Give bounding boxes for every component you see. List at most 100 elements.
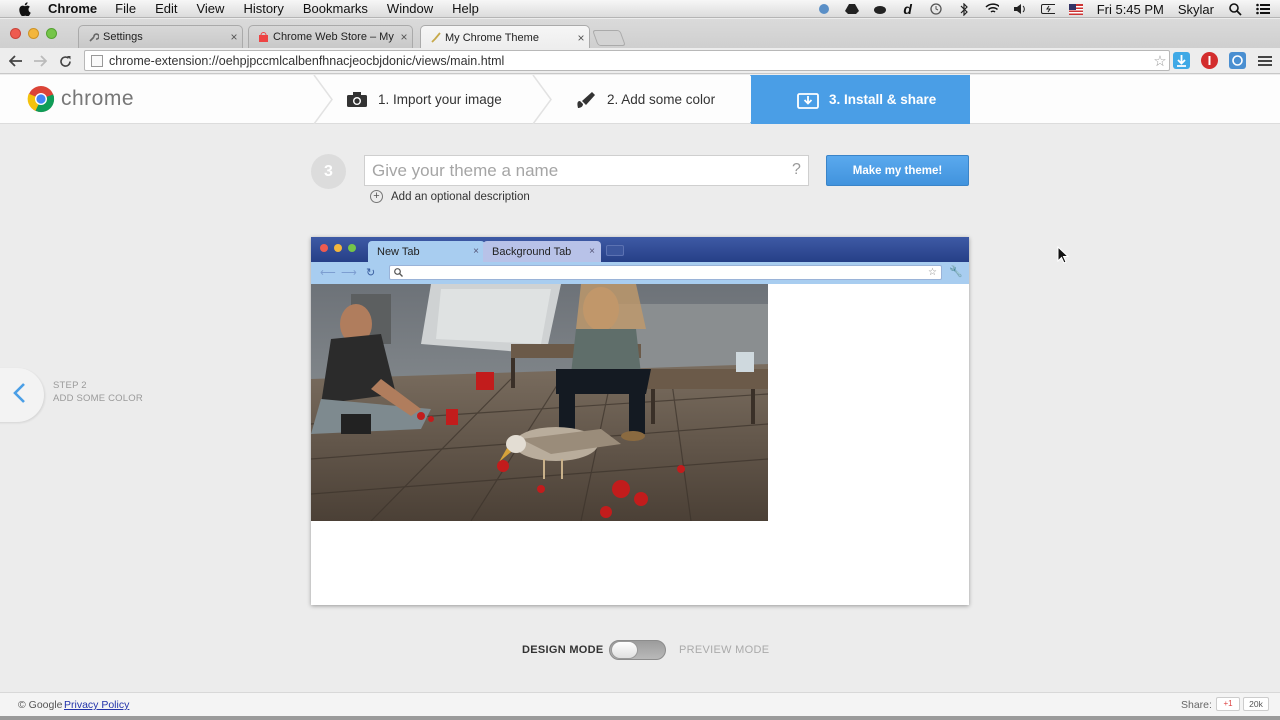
menu-bookmarks[interactable]: Bookmarks bbox=[303, 1, 368, 16]
adblock-extension-icon[interactable] bbox=[1201, 52, 1218, 69]
window-zoom-button[interactable] bbox=[46, 28, 57, 39]
step-add-color[interactable]: 2. Add some color bbox=[574, 75, 715, 124]
tab-settings[interactable]: Settings × bbox=[78, 25, 243, 48]
flag-us-icon[interactable] bbox=[1068, 3, 1083, 15]
brush-icon bbox=[429, 32, 441, 44]
dash-icon[interactable]: d bbox=[901, 1, 915, 17]
cloud-icon[interactable] bbox=[873, 3, 887, 15]
menubar-clock[interactable]: Fri 5:45 PM bbox=[1097, 2, 1164, 17]
app-header: chrome 1. Import your image 2. Add some … bbox=[0, 75, 1280, 124]
logo-text: chrome bbox=[61, 87, 135, 110]
bookmark-star-icon[interactable]: ☆ bbox=[1151, 52, 1169, 70]
drive-icon[interactable] bbox=[844, 3, 859, 15]
step-divider bbox=[313, 75, 333, 124]
preview-mode-label[interactable]: PREVIEW MODE bbox=[679, 644, 769, 656]
google-plus-one-button[interactable]: +1 bbox=[1216, 697, 1240, 711]
tab-label: My Chrome Theme bbox=[445, 31, 539, 44]
preview-minimize-dot bbox=[334, 244, 342, 252]
page-footer: © Google Privacy Policy Share: +1 20k bbox=[0, 692, 1280, 716]
address-bar[interactable]: chrome-extension://oehpjpccmlcalbenfhnac… bbox=[84, 50, 1170, 71]
back-step-number: STEP 2 bbox=[53, 380, 87, 391]
preview-active-tab: New Tab × bbox=[368, 241, 485, 262]
preview-tab-label: New Tab bbox=[377, 245, 420, 258]
chrome-logo: chrome bbox=[27, 85, 134, 113]
tab-web-store[interactable]: Chrome Web Store – My Ch × bbox=[248, 25, 413, 48]
hamburger-menu-icon bbox=[1258, 56, 1272, 66]
share-label: Share: bbox=[1181, 699, 1212, 711]
preview-wrench-icon: 🔧 bbox=[949, 266, 963, 278]
battery-icon[interactable] bbox=[1040, 3, 1055, 15]
add-description-link[interactable]: + Add an optional description bbox=[370, 190, 530, 203]
back-button[interactable] bbox=[7, 52, 25, 70]
menubar-user[interactable]: Skylar bbox=[1178, 2, 1214, 17]
toggle-knob[interactable] bbox=[611, 641, 638, 659]
help-icon[interactable]: ? bbox=[792, 161, 801, 179]
step-install-share[interactable]: 3. Install & share bbox=[751, 75, 970, 124]
share-count: 20k bbox=[1243, 697, 1269, 711]
mode-toggle-switch[interactable] bbox=[609, 640, 666, 660]
preview-forward-icon: ⟶ bbox=[341, 267, 357, 279]
mouse-cursor-icon bbox=[1057, 246, 1069, 264]
plus-circle-icon: + bbox=[370, 190, 383, 203]
bluetooth-icon[interactable] bbox=[957, 2, 971, 16]
menu-view[interactable]: View bbox=[196, 1, 224, 16]
theme-preview: New Tab × Background Tab × ⟵ ⟶ ↻ ☆ 🔧 bbox=[311, 237, 969, 605]
tab-my-chrome-theme[interactable]: My Chrome Theme × bbox=[420, 25, 590, 49]
wrench-icon bbox=[87, 31, 99, 43]
notification-center-icon[interactable] bbox=[1256, 3, 1270, 15]
preview-tab-close-icon: × bbox=[473, 246, 479, 257]
menu-file[interactable]: File bbox=[115, 1, 136, 16]
tab-close-icon[interactable]: × bbox=[396, 30, 412, 44]
preview-close-dot bbox=[320, 244, 328, 252]
browser-toolbar: chrome-extension://oehpjpccmlcalbenfhnac… bbox=[0, 48, 1280, 74]
preview-tab-strip: New Tab × Background Tab × bbox=[311, 237, 969, 262]
reload-icon bbox=[59, 55, 71, 67]
forward-button[interactable] bbox=[31, 52, 49, 70]
chevron-left-icon[interactable] bbox=[12, 382, 26, 408]
app-menu[interactable]: Chrome bbox=[48, 1, 97, 16]
download-extension-icon[interactable] bbox=[1173, 52, 1190, 69]
address-url[interactable]: chrome-extension://oehpjpccmlcalbenfhnac… bbox=[109, 54, 1151, 68]
preview-toolbar: ⟵ ⟶ ↻ ☆ 🔧 bbox=[311, 262, 969, 284]
reload-button[interactable] bbox=[56, 52, 74, 70]
tab-label: Chrome Web Store – My Ch bbox=[273, 31, 396, 43]
design-mode-label[interactable]: DESIGN MODE bbox=[522, 644, 604, 656]
spotlight-search-icon[interactable] bbox=[1228, 2, 1242, 16]
theme-name-input[interactable] bbox=[364, 155, 809, 186]
step-label: 2. Add some color bbox=[607, 92, 716, 107]
privacy-policy-link[interactable]: Privacy Policy bbox=[64, 699, 129, 711]
apple-menu-icon[interactable] bbox=[18, 1, 34, 16]
back-arrow-icon bbox=[9, 55, 22, 67]
theme-extension-icon[interactable] bbox=[1229, 52, 1246, 69]
new-tab-button[interactable] bbox=[592, 30, 626, 46]
tab-close-icon[interactable]: × bbox=[573, 31, 589, 45]
wifi-icon[interactable] bbox=[985, 3, 999, 15]
sync-status-icon[interactable] bbox=[817, 3, 831, 15]
paintbrush-icon bbox=[574, 90, 598, 110]
preview-background-tab: Background Tab × bbox=[483, 241, 601, 262]
volume-icon[interactable] bbox=[1013, 3, 1027, 15]
time-machine-icon[interactable] bbox=[929, 3, 943, 15]
back-to-step-2[interactable]: STEP 2 ADD SOME COLOR bbox=[0, 368, 160, 422]
menu-window[interactable]: Window bbox=[387, 1, 433, 16]
menu-history[interactable]: History bbox=[243, 1, 283, 16]
preview-back-icon: ⟵ bbox=[320, 267, 336, 279]
step-import-image[interactable]: 1. Import your image bbox=[345, 75, 502, 124]
window-minimize-button[interactable] bbox=[28, 28, 39, 39]
chrome-menu-button[interactable] bbox=[1256, 52, 1274, 70]
menu-help[interactable]: Help bbox=[452, 1, 479, 16]
install-icon bbox=[796, 90, 820, 110]
step-divider bbox=[532, 75, 552, 124]
preview-address-bar: ☆ bbox=[389, 265, 942, 280]
make-theme-button[interactable]: Make my theme! bbox=[826, 155, 969, 186]
menu-edit[interactable]: Edit bbox=[155, 1, 177, 16]
copyright-text: © Google bbox=[18, 699, 63, 711]
step-number-badge: 3 bbox=[311, 154, 346, 189]
tab-label: Settings bbox=[103, 31, 143, 43]
window-close-button[interactable] bbox=[10, 28, 21, 39]
browser-tab-strip: Settings × Chrome Web Store – My Ch × My… bbox=[0, 19, 1280, 49]
tab-close-icon[interactable]: × bbox=[226, 30, 242, 44]
forward-arrow-icon bbox=[34, 55, 47, 67]
preview-star-icon: ☆ bbox=[928, 267, 937, 278]
preview-new-tab bbox=[606, 245, 624, 256]
